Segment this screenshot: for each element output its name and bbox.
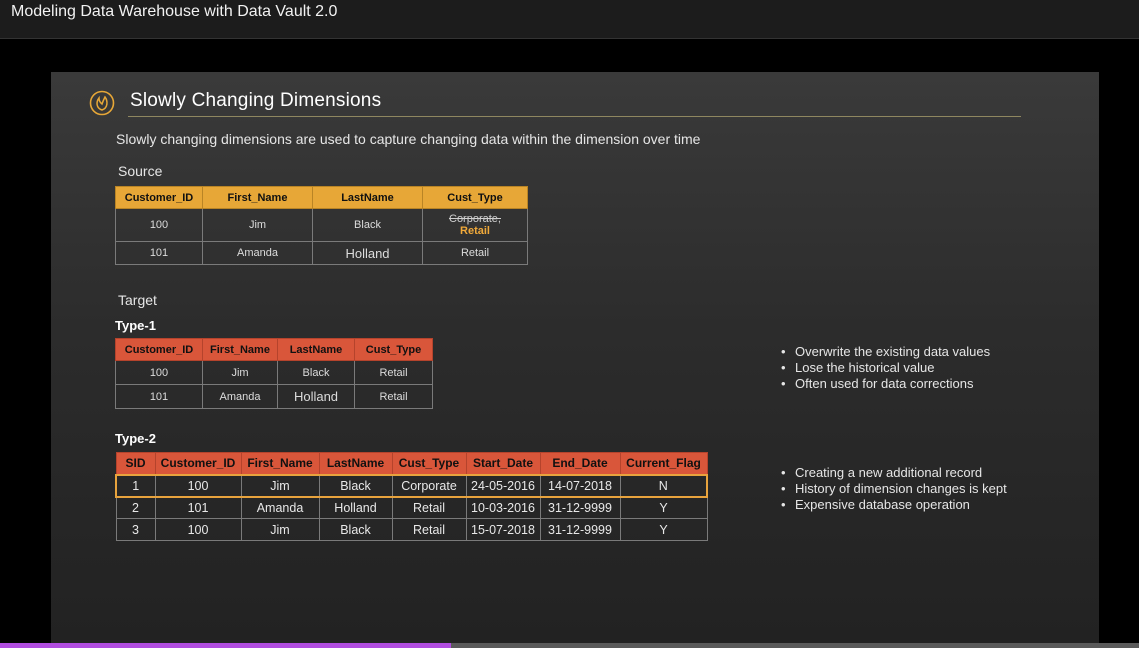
table-cell: Amanda: [240, 496, 320, 519]
table-cell: Black: [318, 473, 393, 498]
column-header: First_Name: [240, 452, 320, 475]
cust-type-changed-cell: Corporate, Retail: [422, 208, 528, 242]
table-cell: Holland: [318, 496, 393, 519]
table-cell: Black: [312, 208, 423, 242]
column-header: Cust_Type: [422, 186, 528, 209]
list-item: Lose the historical value: [781, 360, 990, 376]
type2-notes: Creating a new additional record History…: [781, 465, 1007, 513]
table-cell: 2: [115, 496, 156, 519]
table-cell: N: [619, 473, 708, 498]
table-row: 101 Amanda Holland Retail: [115, 241, 528, 265]
table-cell: 10-03-2016: [465, 496, 541, 519]
column-header: First_Name: [202, 186, 313, 209]
type1-table: Customer_ID First_Name LastName Cust_Typ…: [115, 338, 433, 409]
table-row: 101 Amanda Holland Retail: [115, 384, 433, 409]
column-header: Customer_ID: [115, 186, 203, 209]
table-cell: Amanda: [202, 241, 313, 265]
table-cell: 31-12-9999: [539, 496, 621, 519]
type1-notes: Overwrite the existing data values Lose …: [781, 344, 990, 392]
table-cell: Retail: [391, 518, 467, 541]
table-row-highlighted: 1 100 Jim Black Corporate 24-05-2016 14-…: [115, 473, 708, 498]
intro-text: Slowly changing dimensions are used to c…: [116, 131, 701, 147]
target-label: Target: [118, 292, 157, 308]
table-row: 2 101 Amanda Holland Retail 10-03-2016 3…: [115, 496, 708, 519]
table-cell: 100: [115, 208, 203, 242]
table-cell: Retail: [354, 384, 433, 409]
flame-logo-icon: [89, 90, 115, 116]
table-cell: 1: [115, 473, 156, 498]
column-header: End_Date: [539, 452, 621, 475]
source-table: Customer_ID First_Name LastName Cust_Typ…: [115, 186, 528, 265]
table-header-row: SID Customer_ID First_Name LastName Cust…: [115, 452, 708, 475]
old-cust-type: Corporate,: [449, 213, 501, 225]
video-title-bar: Modeling Data Warehouse with Data Vault …: [0, 0, 1139, 39]
table-row: 100 Jim Black Retail: [115, 360, 433, 385]
column-header: LastName: [312, 186, 423, 209]
column-header: Cust_Type: [354, 338, 433, 361]
table-cell: Retail: [354, 360, 433, 385]
video-progress-bar[interactable]: [0, 643, 1139, 648]
table-cell: Black: [318, 518, 393, 541]
table-cell: Corporate: [391, 473, 467, 498]
list-item: Often used for data corrections: [781, 376, 990, 392]
list-item: History of dimension changes is kept: [781, 481, 1007, 497]
table-cell: 101: [154, 496, 242, 519]
column-header: First_Name: [202, 338, 278, 361]
slide: Slowly Changing Dimensions Slowly changi…: [51, 72, 1099, 644]
table-cell: 3: [115, 518, 156, 541]
slide-title: Slowly Changing Dimensions: [130, 90, 382, 111]
table-cell: Black: [277, 360, 355, 385]
table-cell: Retail: [422, 241, 528, 265]
column-header: LastName: [318, 452, 393, 475]
table-cell: 14-07-2018: [539, 473, 621, 498]
table-cell: 100: [154, 518, 242, 541]
title-divider: [128, 116, 1021, 117]
table-cell: Jim: [240, 473, 320, 498]
type1-label: Type-1: [115, 318, 156, 333]
table-cell: Jim: [202, 360, 278, 385]
video-progress-fill: [0, 643, 452, 648]
table-cell: Jim: [240, 518, 320, 541]
table-header-row: Customer_ID First_Name LastName Cust_Typ…: [115, 186, 528, 209]
table-row: 3 100 Jim Black Retail 15-07-2018 31-12-…: [115, 518, 708, 541]
source-label: Source: [118, 163, 163, 179]
column-header: Current_Flag: [619, 452, 708, 475]
table-cell: 15-07-2018: [465, 518, 541, 541]
list-item: Creating a new additional record: [781, 465, 1007, 481]
column-header: Customer_ID: [154, 452, 242, 475]
column-header: Cust_Type: [391, 452, 467, 475]
table-cell: Amanda: [202, 384, 278, 409]
column-header: SID: [115, 452, 156, 475]
table-row: 100 Jim Black Corporate, Retail: [115, 208, 528, 242]
table-cell: 101: [115, 241, 203, 265]
table-header-row: Customer_ID First_Name LastName Cust_Typ…: [115, 338, 433, 361]
table-cell: Holland: [312, 241, 423, 265]
table-cell: Y: [619, 518, 708, 541]
table-cell: 24-05-2016: [465, 473, 541, 498]
column-header: Start_Date: [465, 452, 541, 475]
table-cell: Retail: [391, 496, 467, 519]
video-title: Modeling Data Warehouse with Data Vault …: [11, 3, 338, 20]
table-cell: 31-12-9999: [539, 518, 621, 541]
column-header: LastName: [277, 338, 355, 361]
table-cell: Holland: [277, 384, 355, 409]
type2-table: SID Customer_ID First_Name LastName Cust…: [115, 452, 708, 541]
type2-label: Type-2: [115, 431, 156, 446]
table-cell: Jim: [202, 208, 313, 242]
list-item: Expensive database operation: [781, 497, 1007, 513]
list-item: Overwrite the existing data values: [781, 344, 990, 360]
table-cell: 101: [115, 384, 203, 409]
column-header: Customer_ID: [115, 338, 203, 361]
new-cust-type: Retail: [460, 225, 490, 237]
table-cell: 100: [115, 360, 203, 385]
table-cell: 100: [154, 473, 242, 498]
table-cell: Y: [619, 496, 708, 519]
